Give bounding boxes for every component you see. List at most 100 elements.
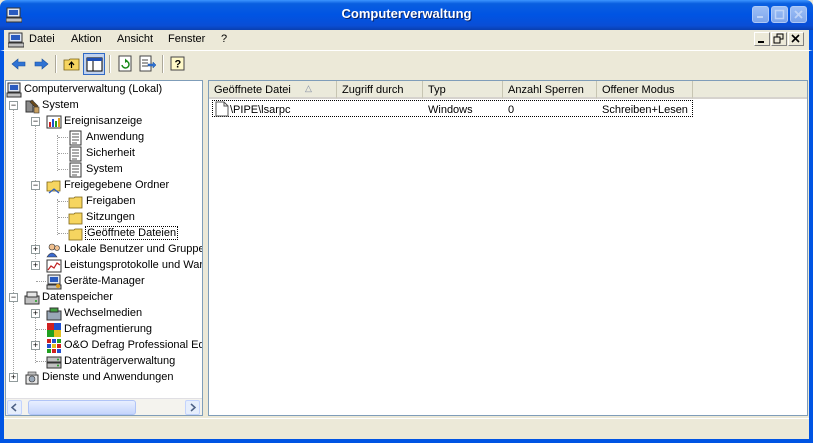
expand-toggle[interactable]: + — [9, 373, 18, 382]
sort-ascending-icon: △ — [305, 83, 312, 93]
minimize-icon — [757, 16, 763, 18]
svg-text:?: ? — [175, 59, 182, 71]
forward-arrow-icon — [34, 58, 49, 70]
removable-storage-icon — [46, 307, 62, 321]
cell-sperren: 0 — [508, 104, 515, 116]
minimize-button[interactable] — [752, 6, 769, 23]
menu-bar: Datei Aktion Ansicht Fenster ? — [0, 30, 813, 50]
folder-icon — [68, 228, 83, 241]
tree-label: System — [42, 99, 79, 111]
mdi-minimize-button[interactable] — [754, 32, 770, 46]
table-row[interactable]: \PIPE\lsarpc Windows 0 Schreiben+Lesen — [212, 100, 693, 117]
tree-connector — [13, 103, 14, 379]
column-header-typ[interactable]: Typ — [423, 81, 503, 99]
close-icon — [794, 10, 803, 19]
column-header-label: Anzahl Sperren — [508, 84, 584, 96]
expand-toggle[interactable]: + — [31, 341, 40, 350]
window-title: Computerverwaltung — [341, 6, 472, 21]
minimize-icon — [758, 41, 764, 43]
export-list-icon — [139, 55, 157, 72]
event-log-icon — [69, 146, 82, 162]
collapse-toggle[interactable]: − — [9, 101, 18, 110]
column-header-geoeffnete-datei[interactable]: Geöffnete Datei △ — [209, 81, 337, 99]
tree-label: O&O Defrag Professional Edition — [64, 339, 202, 351]
tree-label: Geöffnete Dateien — [85, 226, 179, 240]
cell-datei: \PIPE\lsarpc — [230, 104, 291, 116]
tree-connector — [58, 217, 68, 218]
toolbar: ? — [0, 50, 813, 78]
folder-icon — [68, 212, 83, 225]
back-button[interactable] — [8, 53, 30, 75]
tree-connector — [58, 233, 68, 234]
collapse-toggle[interactable]: − — [31, 117, 40, 126]
console-tree[interactable]: Computerverwaltung (Lokal) − System − Er… — [5, 80, 203, 416]
menu-datei[interactable]: Datei — [29, 33, 55, 45]
show-hide-console-tree-button[interactable] — [83, 53, 105, 75]
tree-label: Ereignisanzeige — [64, 115, 143, 127]
tree-label: Computerverwaltung (Lokal) — [24, 83, 163, 95]
maximize-icon — [774, 9, 785, 20]
expand-toggle[interactable]: + — [31, 261, 40, 270]
column-header-filler — [693, 81, 807, 99]
tree-label: Lokale Benutzer und Gruppen — [64, 243, 203, 255]
menu-fenster[interactable]: Fenster — [168, 33, 205, 45]
cell-typ: Windows — [428, 104, 473, 116]
folder-up-icon — [63, 58, 80, 71]
tree-connector — [58, 201, 68, 202]
tree-connector — [36, 329, 46, 330]
collapse-toggle[interactable]: − — [9, 293, 18, 302]
refresh-button[interactable] — [115, 53, 137, 75]
open-files-list[interactable]: Geöffnete Datei △ Zugriff durch Typ Anza… — [208, 80, 808, 416]
refresh-icon — [118, 55, 132, 72]
maximize-button[interactable] — [771, 6, 788, 23]
close-button[interactable] — [790, 6, 807, 23]
tree-label: Dienste und Anwendungen — [42, 371, 174, 383]
tree-label: Datenspeicher — [42, 291, 113, 303]
tree-label: Defragmentierung — [64, 323, 153, 335]
tree-horizontal-scrollbar[interactable] — [6, 398, 202, 415]
column-header-anzahl-sperren[interactable]: Anzahl Sperren — [503, 81, 597, 99]
title-bar[interactable]: Computerverwaltung — [0, 0, 813, 30]
tree-connector — [58, 169, 68, 170]
performance-logs-icon — [46, 259, 62, 273]
mdi-close-button[interactable] — [788, 32, 804, 46]
oo-defrag-icon — [47, 339, 61, 353]
expand-toggle[interactable]: + — [31, 245, 40, 254]
menu-help[interactable]: ? — [221, 33, 227, 45]
event-log-icon — [69, 162, 82, 178]
storage-icon — [24, 291, 40, 305]
scroll-thumb[interactable] — [28, 400, 136, 415]
menu-ansicht[interactable]: Ansicht — [117, 33, 153, 45]
forward-button[interactable] — [30, 53, 52, 75]
scroll-left-button[interactable] — [7, 400, 22, 415]
tree-label: Freigegebene Ordner — [64, 179, 170, 191]
menu-aktion[interactable]: Aktion — [71, 33, 102, 45]
tree-label: Leistungsprotokolle und Warnungen — [64, 259, 203, 271]
tree-connector — [36, 361, 46, 362]
help-button[interactable]: ? — [168, 53, 190, 75]
computer-icon — [6, 82, 22, 98]
tree-connector — [58, 137, 68, 138]
shared-folder-icon — [46, 180, 61, 194]
console-tree-icon — [86, 57, 103, 72]
tree-label: Datenträgerverwaltung — [64, 355, 176, 367]
column-header-zugriff-durch[interactable]: Zugriff durch — [337, 81, 423, 99]
column-header-label: Geöffnete Datei — [214, 84, 291, 96]
chevron-right-icon — [190, 403, 197, 412]
restore-icon — [773, 33, 784, 44]
computer-management-icon[interactable] — [8, 32, 24, 48]
expand-toggle[interactable]: + — [31, 309, 40, 318]
back-arrow-icon — [11, 58, 26, 70]
help-icon: ? — [170, 56, 185, 71]
system-tools-icon — [25, 99, 40, 114]
collapse-toggle[interactable]: − — [31, 181, 40, 190]
services-icon — [25, 371, 39, 385]
column-header-offener-modus[interactable]: Offener Modus — [597, 81, 693, 99]
chevron-left-icon — [10, 403, 17, 412]
mdi-restore-button[interactable] — [771, 32, 787, 46]
export-list-button[interactable] — [137, 53, 159, 75]
scroll-right-button[interactable] — [185, 400, 200, 415]
up-one-level-button[interactable] — [61, 53, 83, 75]
disk-management-icon — [46, 356, 62, 369]
tree-connector — [36, 281, 46, 282]
